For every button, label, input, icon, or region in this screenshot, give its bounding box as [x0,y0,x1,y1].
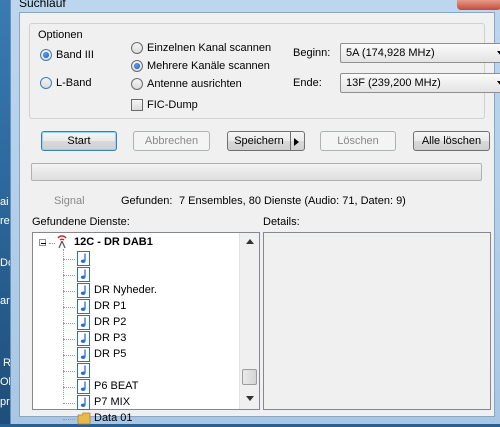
save-button-label: Speichern [234,135,284,147]
details-panel [263,232,491,410]
audio-service-icon [77,283,90,298]
end-select-value: 13F (239,200 MHz) [346,77,441,89]
start-button[interactable]: Start [41,131,117,151]
chevron-right-icon [294,138,299,146]
services-label: Gefundene Dienste: [32,216,130,228]
antenna-icon [57,235,67,249]
services-tree[interactable]: 12C - DR DAB1 DR Nyheder. DR P1 DR P2 DR P3… [32,232,260,425]
audio-service-icon [77,315,90,330]
fic-dump-checkbox[interactable] [131,99,143,111]
audio-service-icon [77,299,90,314]
begin-select[interactable]: 5A (174,928 MHz) [340,43,500,63]
save-dropdown-arrow[interactable] [290,132,304,150]
services-scrollbar[interactable] [239,233,259,409]
found-label: Gefunden: [121,195,173,207]
audio-service-icon [77,395,90,410]
dialog-client-area: Optionen Band III L-Band Einzelnen Kanal… [19,12,500,425]
begin-label: Beginn: [293,47,331,59]
audio-service-icon [77,379,90,394]
window-title: Suchlauf [19,0,66,10]
desktop-text: ar [0,295,10,307]
details-label: Details: [263,216,300,228]
begin-select-value: 5A (174,928 MHz) [346,47,435,59]
lband-radio[interactable] [40,77,52,89]
cancel-button[interactable]: Abbrechen [133,131,210,151]
scan-single-label: Einzelnen Kanal scannen [147,42,272,54]
scan-multi-label: Mehrere Kanäle scannen [147,60,270,72]
desktop-text: re [0,215,10,227]
fic-dump-label: FIC-Dump [147,99,198,111]
scan-progress-bar [31,163,482,181]
delete-button[interactable]: Löschen [320,131,396,151]
options-legend: Optionen [36,29,85,41]
service-label: DR P3 [94,332,127,344]
delete-all-button[interactable]: Alle löschen [413,131,490,151]
service-label: P7 MIX [94,396,131,408]
band3-label: Band III [56,49,94,61]
scan-single-radio[interactable] [131,42,143,54]
scan-multi-radio[interactable] [131,60,143,72]
service-label: DR Nyheder. [94,284,157,296]
antenna-label: Antenne ausrichten [147,78,242,90]
audio-service-icon [77,267,90,282]
service-label: DR P5 [94,348,127,360]
signal-label: Signal [54,195,85,207]
antenna-radio[interactable] [131,78,143,90]
close-button[interactable] [457,0,500,10]
service-label: P6 BEAT [94,380,139,392]
scan-dialog-window: Suchlauf Optionen Band III L-Band Einzel… [10,0,500,425]
service-label: DR P1 [94,300,127,312]
service-label: DR P2 [94,316,127,328]
title-bar[interactable]: Suchlauf [11,0,500,12]
audio-service-icon [77,347,90,362]
collapse-toggle-icon[interactable] [39,239,46,246]
scroll-down-arrow-icon[interactable] [246,396,254,401]
lband-label: L-Band [56,77,92,89]
desktop-text: ai [0,196,9,208]
end-select[interactable]: 13F (239,200 MHz) [340,73,500,93]
found-value: 7 Ensembles, 80 Dienste (Audio: 71, Date… [179,195,406,207]
save-button[interactable]: Speichern [227,131,305,151]
service-label: Data 01 [94,412,133,424]
scroll-up-arrow-icon[interactable] [246,239,254,244]
ensemble-label: 12C - DR DAB1 [74,236,153,248]
band3-radio[interactable] [40,49,52,61]
scrollbar-thumb[interactable] [242,369,257,385]
audio-service-icon [77,363,90,378]
end-label: Ende: [293,77,322,89]
audio-service-icon [77,251,90,266]
audio-service-icon [77,331,90,346]
